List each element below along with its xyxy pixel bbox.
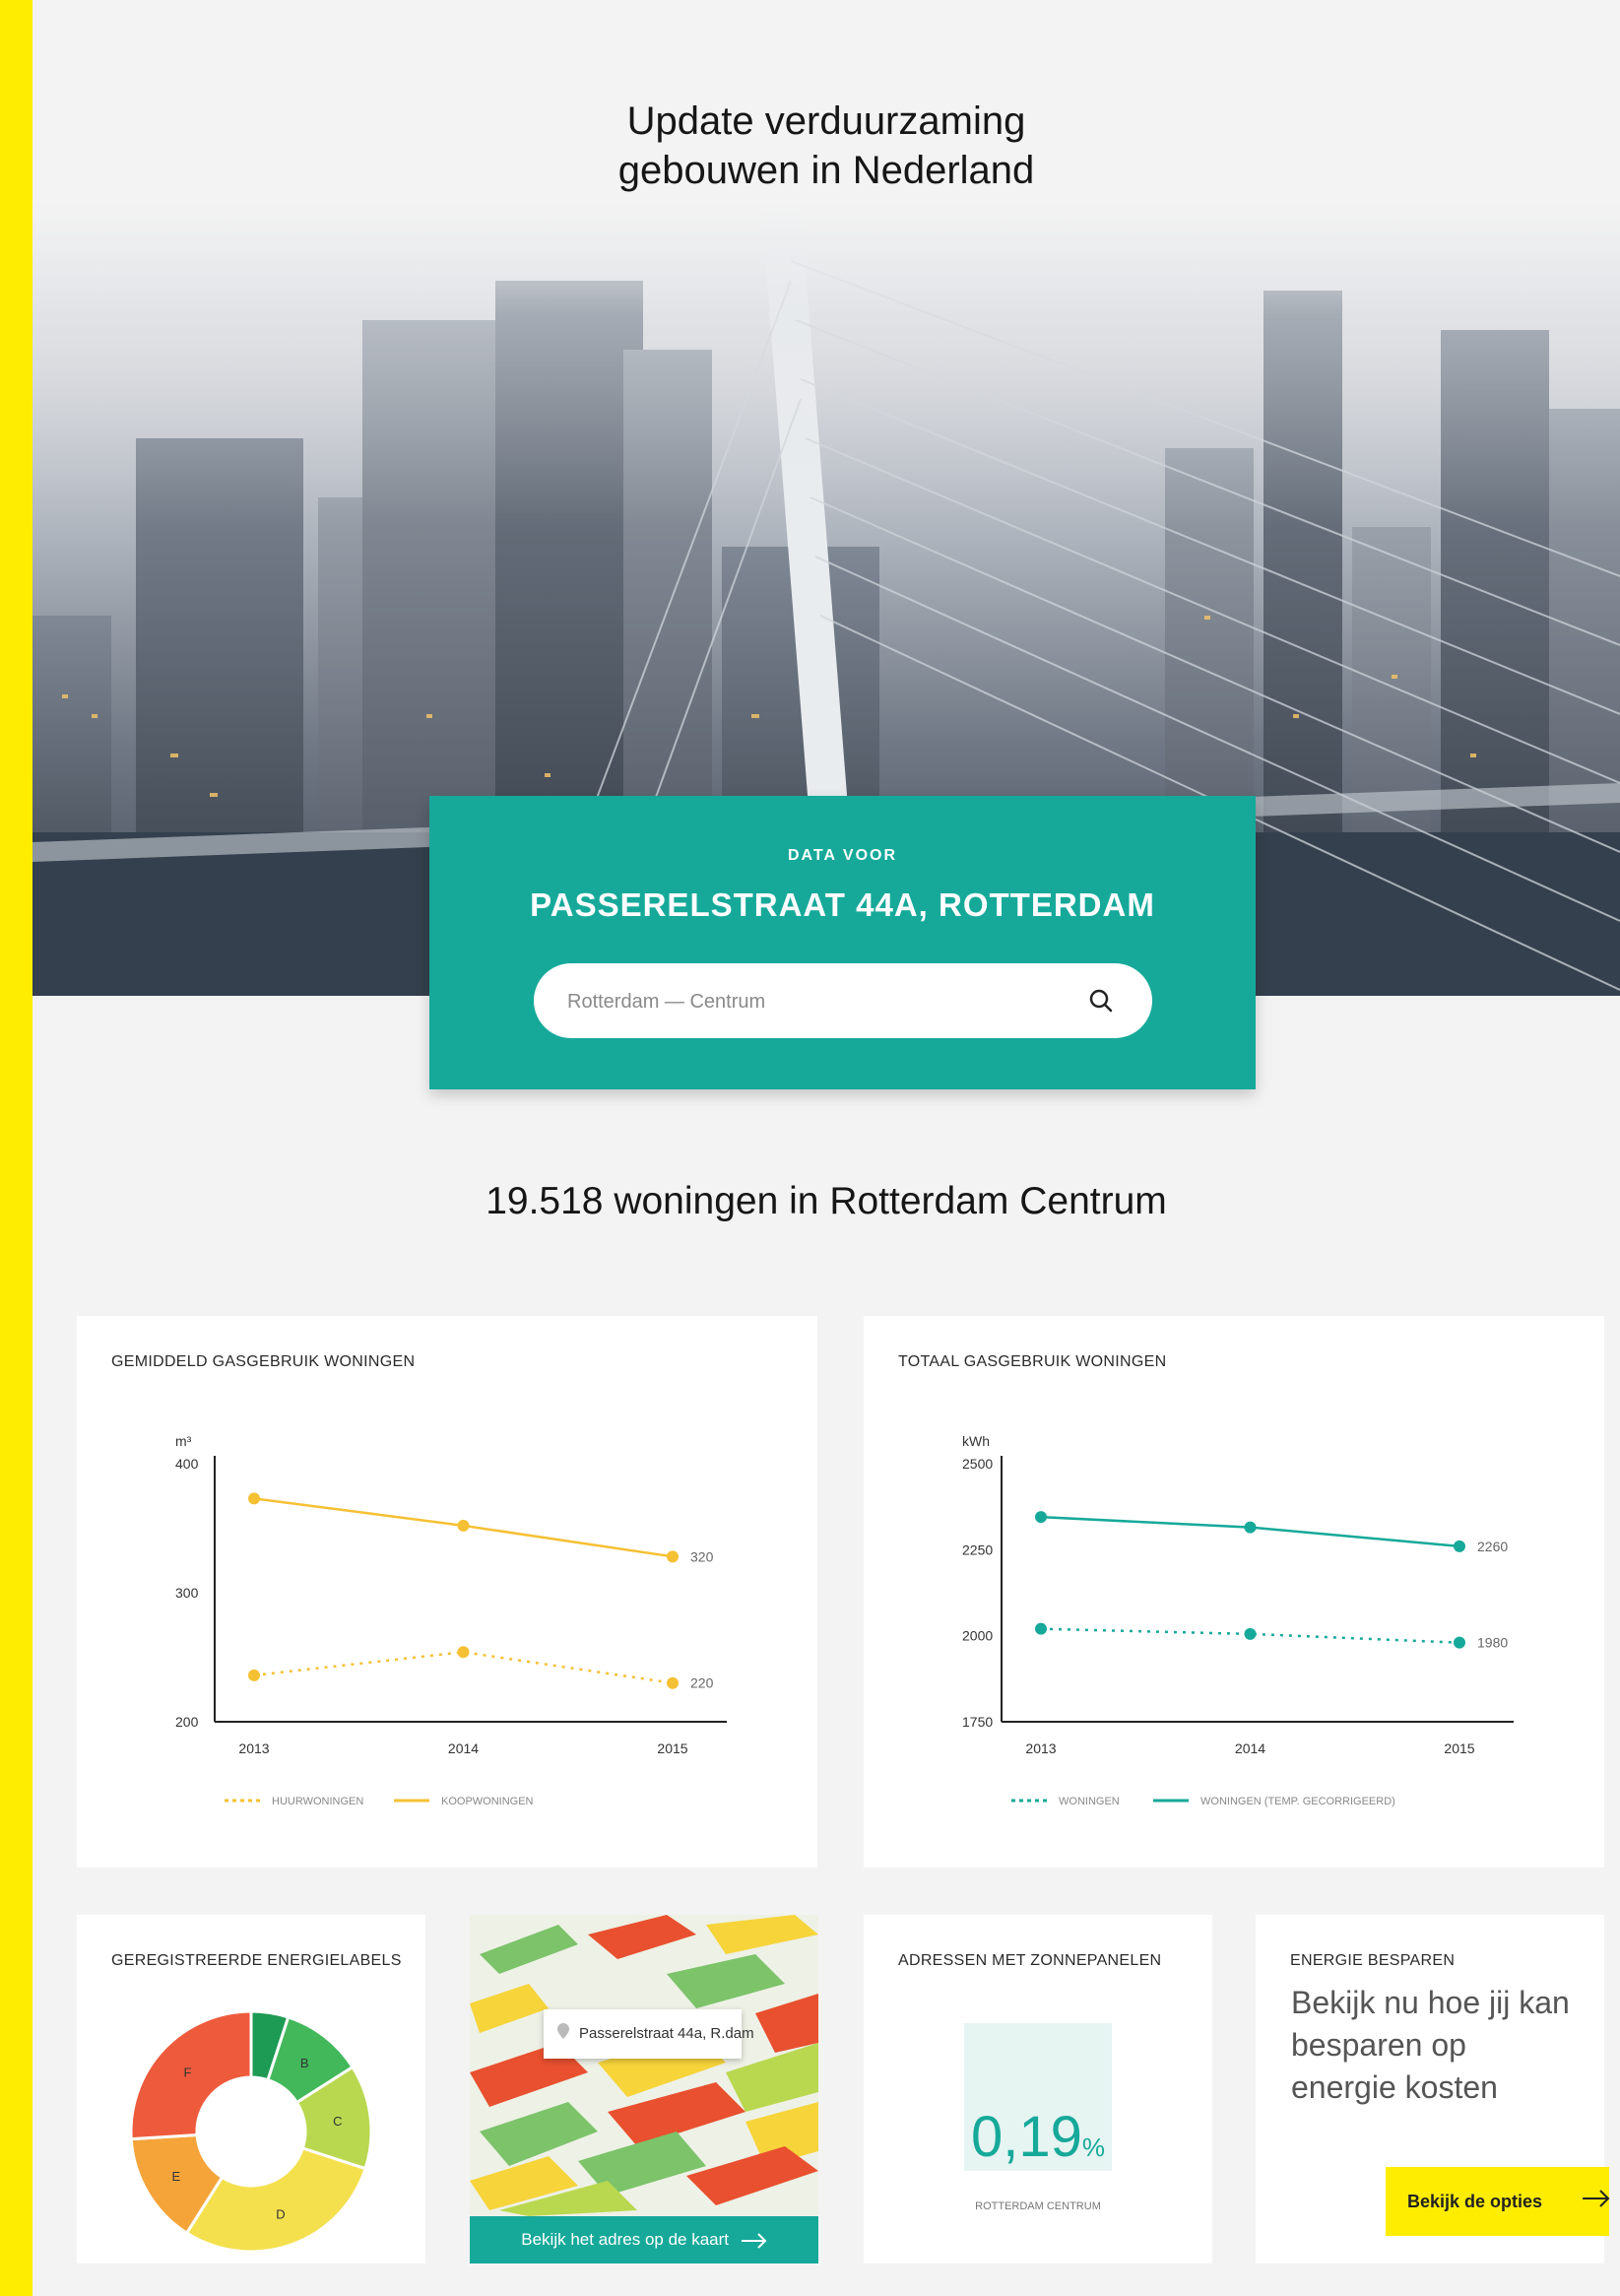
x-tick-label: 2013: [1025, 1740, 1056, 1756]
donut-slice: [184, 2146, 367, 2254]
y-axis-unit: m³: [175, 1433, 192, 1449]
x-tick-label: 2013: [238, 1740, 269, 1756]
legend-label: WONINGEN (TEMP. GECORRIGEERD): [1200, 1796, 1395, 1807]
search-icon[interactable]: [1085, 985, 1117, 1017]
data-point: [1035, 1622, 1047, 1635]
map-pin-icon: [557, 2023, 569, 2039]
energy-labels-donut: B C D E F: [129, 2009, 373, 2254]
map-tooltip-text: Passerelstraat 44a, R.dam: [579, 2025, 754, 2042]
page: Update verduurzaming gebouwen in Nederla…: [32, 0, 1620, 2296]
solar-panels-card: ADRESSEN MET ZONNEPANELEN 0,19% ROTTERDA…: [864, 1915, 1212, 2263]
end-value-label: 220: [690, 1675, 714, 1691]
donut-label: E: [171, 2169, 180, 2184]
energy-saving-text: Bekijk nu hoe jij kan besparen op energi…: [1291, 1985, 1570, 2105]
solar-percentage: 0,19%: [864, 2104, 1212, 2170]
legend-label: KOOPWONINGEN: [441, 1796, 534, 1807]
view-options-label: Bekijk de opties: [1407, 2191, 1543, 2211]
data-point: [667, 1550, 679, 1563]
end-value-label: 2260: [1477, 1539, 1508, 1554]
address-title: PASSERELSTRAAT 44A, ROTTERDAM: [530, 886, 1155, 923]
data-point: [667, 1676, 679, 1689]
map-tooltip: Passerelstraat 44a, R.dam: [544, 2009, 754, 2059]
map-card[interactable]: Passerelstraat 44a, R.dam Bekijk het adr…: [470, 1915, 818, 2263]
total-gas-usage-card: TOTAAL GASGEBRUIK WONINGEN kWh 2500 2250 20…: [864, 1316, 1604, 1868]
arrow-right-icon: [1583, 2190, 1610, 2207]
solar-panels-title: ADRESSEN MET ZONNEPANELEN: [898, 1952, 1162, 1969]
page-title-line-1: Update verduurzaming: [626, 99, 1026, 143]
view-on-map-label: Bekijk het adres op de kaart: [521, 2230, 729, 2249]
solar-caption: ROTTERDAM CENTRUM: [975, 2200, 1101, 2212]
x-tick-label: 2014: [1235, 1740, 1265, 1756]
x-tick-label: 2015: [1444, 1740, 1474, 1756]
data-point: [248, 1669, 260, 1681]
view-options-button[interactable]: Bekijk de opties: [1386, 2167, 1610, 2236]
address-card-kicker: DATA VOOR: [787, 847, 898, 864]
energy-saving-title: ENERGIE BESPAREN: [1290, 1952, 1456, 1969]
y-tick-label: 300: [175, 1585, 199, 1601]
end-value-label: 1980: [1477, 1635, 1508, 1651]
y-tick-label: 2250: [962, 1542, 993, 1557]
data-point: [1035, 1511, 1047, 1524]
legend-label: WONINGEN: [1059, 1796, 1120, 1807]
search-box: [534, 963, 1152, 1040]
total-gas-usage-chart: kWh 2500 2250 2000 1750 2013 2014 2015 1980 2260 W…: [962, 1433, 1514, 1807]
arrow-right-icon: [741, 2232, 767, 2249]
solar-percentage-unit: %: [1081, 2132, 1105, 2162]
page-title: Update verduurzaming gebouwen in Nederla…: [32, 97, 1620, 195]
x-tick-label: 2014: [448, 1740, 479, 1756]
average-gas-usage-chart: m³ 400 300 200 2013 2014 2015 220 320 HUURWONINGE…: [175, 1433, 727, 1807]
donut-label: F: [184, 2065, 192, 2079]
end-value-label: 320: [690, 1548, 714, 1564]
y-tick-label: 400: [175, 1456, 199, 1472]
energy-saving-card: ENERGIE BESPAREN Bekijk nu hoe jij kan b…: [1256, 1915, 1610, 2263]
housing-count-heading: 19.518 woningen in Rotterdam Centrum: [486, 1180, 1167, 1222]
data-point: [1244, 1627, 1257, 1640]
donut-label: B: [300, 2056, 309, 2070]
y-tick-label: 200: [175, 1714, 199, 1730]
view-on-map-link[interactable]: Bekijk het adres op de kaart: [470, 2216, 818, 2263]
data-point: [457, 1646, 470, 1659]
data-point: [457, 1519, 470, 1532]
address-card: DATA VOOR PASSERELSTRAAT 44A, ROTTERDAM: [429, 796, 1256, 1089]
average-gas-usage-card: GEMIDDELD GASGEBRUIK WONINGEN m³ 400 300 20…: [77, 1316, 817, 1868]
data-point: [1454, 1540, 1465, 1552]
data-point: [1454, 1636, 1465, 1649]
solar-percentage-value: 0,19: [970, 2105, 1082, 2169]
data-point: [248, 1492, 260, 1505]
y-axis-unit: kWh: [962, 1433, 990, 1449]
data-point: [1244, 1521, 1257, 1534]
energy-labels-card: GEREGISTREERDE ENERGIELABELS BCDEF: [77, 1915, 425, 2263]
search-input[interactable]: [565, 963, 1081, 1040]
y-tick-label: 1750: [962, 1714, 993, 1730]
map-image: [470, 1915, 818, 2263]
page-title-line-2: gebouwen in Nederland: [617, 149, 1035, 192]
x-tick-label: 2015: [657, 1740, 687, 1756]
y-tick-label: 2000: [962, 1628, 993, 1644]
donut-label: D: [276, 2206, 285, 2221]
legend-label: HUURWONINGEN: [272, 1796, 363, 1807]
donut-label: C: [333, 2114, 342, 2129]
y-tick-label: 2500: [962, 1456, 993, 1472]
